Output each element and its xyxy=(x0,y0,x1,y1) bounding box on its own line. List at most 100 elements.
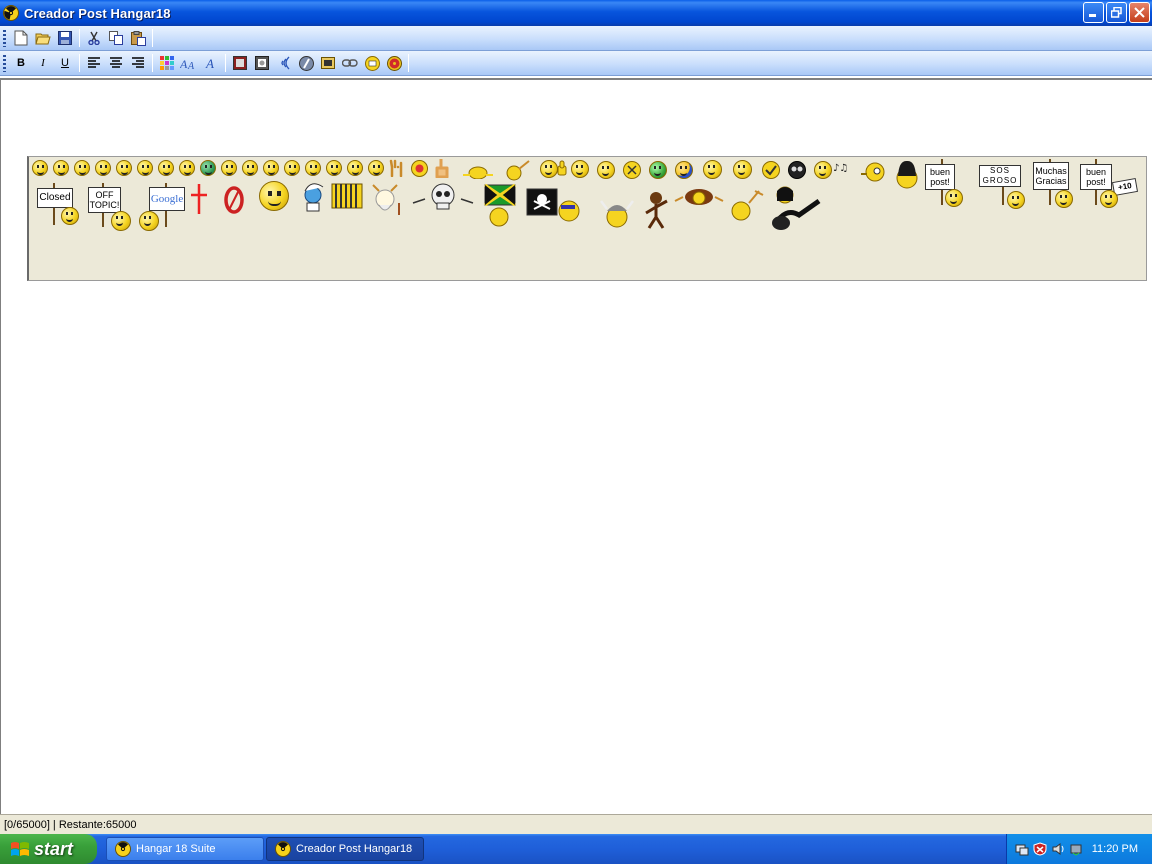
character-count: [0/65000] | Restante:65000 xyxy=(4,818,137,831)
thumbs-emoticon[interactable] xyxy=(540,160,558,178)
insert-image-button[interactable] xyxy=(229,52,251,74)
worried-emoticon[interactable] xyxy=(179,160,195,176)
guitar-smiley-icon[interactable] xyxy=(505,159,531,181)
taskbar-item-hangar18-suite[interactable]: Hangar 18 Suite xyxy=(106,837,264,861)
font-size-button[interactable]: AA xyxy=(178,52,200,74)
start-button[interactable]: start xyxy=(0,834,97,864)
x-eyes-icon[interactable] xyxy=(623,161,641,179)
align-center-button[interactable] xyxy=(105,52,127,74)
google-sign[interactable]: Google xyxy=(149,187,185,211)
grin-emoticon[interactable] xyxy=(53,160,69,176)
check-icon[interactable] xyxy=(762,161,780,179)
toolbar-grip[interactable] xyxy=(3,54,6,72)
copy-button[interactable] xyxy=(105,27,127,49)
blush-emoticon[interactable] xyxy=(368,160,384,176)
italic-button[interactable]: I xyxy=(32,52,54,74)
buen-post-sign[interactable]: buen post! xyxy=(925,164,955,190)
smurf-icon[interactable] xyxy=(299,181,327,213)
happy-emoticon[interactable] xyxy=(158,160,174,176)
off-topic-sign[interactable]: OFF TOPIC! xyxy=(88,187,121,213)
bold-button[interactable]: B xyxy=(10,52,32,74)
radiation-smiley-icon[interactable] xyxy=(411,160,428,177)
shocked-emoticon[interactable] xyxy=(284,160,300,176)
rock-smiley-icon[interactable] xyxy=(729,187,765,223)
wink-emoticon[interactable] xyxy=(221,160,237,176)
viking-smiley-icon[interactable] xyxy=(599,199,635,231)
sad-emoticon[interactable] xyxy=(263,160,279,176)
jail-icon[interactable] xyxy=(331,183,363,209)
bobby-helmet-icon[interactable] xyxy=(895,159,919,189)
paste-button[interactable] xyxy=(127,27,149,49)
angry-big-emoticon[interactable] xyxy=(259,181,289,211)
red-o-icon[interactable] xyxy=(223,185,245,215)
paste-icon xyxy=(130,30,146,46)
taskbar-item-creador-post[interactable]: Creador Post Hangar18 xyxy=(266,837,424,861)
nerd-emoticon[interactable] xyxy=(733,160,752,179)
smile-emoticon[interactable] xyxy=(32,160,48,176)
laugh-emoticon[interactable] xyxy=(326,160,342,176)
red-cross-icon[interactable] xyxy=(189,183,209,215)
toolbar-grip[interactable] xyxy=(3,29,6,47)
clock[interactable]: 11:20 PM xyxy=(1092,843,1138,855)
skull-rock-icon[interactable] xyxy=(411,181,475,213)
restore-button[interactable] xyxy=(1106,2,1127,23)
cry-emoticon[interactable] xyxy=(305,160,321,176)
minimize-button[interactable] xyxy=(1083,2,1104,23)
align-right-button[interactable] xyxy=(127,52,149,74)
insert-video-button[interactable] xyxy=(317,52,339,74)
sick-emoticon[interactable] xyxy=(200,160,216,176)
muchas-gracias-sign[interactable]: Muchas Gracias xyxy=(1033,162,1069,190)
middle-finger-icon[interactable] xyxy=(434,158,450,178)
safely-remove-icon[interactable] xyxy=(1069,842,1083,856)
network-icon[interactable] xyxy=(1015,842,1029,856)
thumbs-up-icon[interactable] xyxy=(557,160,567,176)
glasses-icon[interactable] xyxy=(788,161,806,179)
sign-smiley xyxy=(1007,191,1025,209)
angry-emoticon[interactable] xyxy=(347,160,363,176)
insert-link-button[interactable] xyxy=(339,52,361,74)
jamaica-flag-icon[interactable] xyxy=(483,183,519,227)
insert-flash-button[interactable] xyxy=(295,52,317,74)
wizard-smiley-icon[interactable] xyxy=(369,181,405,217)
rock-hand-icon[interactable] xyxy=(389,159,405,177)
cut-button[interactable] xyxy=(83,27,105,49)
color-button[interactable] xyxy=(156,52,178,74)
align-left-button[interactable] xyxy=(83,52,105,74)
graduate-emoticon[interactable] xyxy=(703,160,722,179)
confused-emoticon[interactable] xyxy=(95,160,111,176)
underline-button[interactable]: U xyxy=(54,52,76,74)
closed-sign[interactable]: Closed xyxy=(37,188,73,208)
music-notes-icon[interactable]: ♪♫ xyxy=(833,161,847,173)
insert-emoticon-button[interactable] xyxy=(383,52,405,74)
pirate-flag-icon[interactable] xyxy=(525,187,585,223)
open-button[interactable] xyxy=(32,27,54,49)
cap-emoticon[interactable] xyxy=(675,161,693,179)
volume-icon[interactable] xyxy=(1051,842,1065,856)
security-shield-icon[interactable] xyxy=(1033,842,1047,856)
rocker-icon[interactable] xyxy=(641,191,671,229)
font-button[interactable]: A xyxy=(200,52,222,74)
toolbar-separator xyxy=(152,29,153,47)
nurse-emoticon[interactable] xyxy=(571,160,589,178)
tongue-emoticon[interactable] xyxy=(242,160,258,176)
evil-emoticon[interactable] xyxy=(137,160,153,176)
insert-frame-button[interactable] xyxy=(251,52,273,74)
roll-eyes-emoticon[interactable] xyxy=(116,160,132,176)
alien-emoticon[interactable] xyxy=(649,161,667,179)
police-emoticon[interactable] xyxy=(597,161,615,179)
save-button[interactable] xyxy=(54,27,76,49)
insert-sound-button[interactable] xyxy=(273,52,295,74)
sos-groso-sign[interactable]: SOS GROSO xyxy=(979,165,1021,187)
close-button[interactable] xyxy=(1129,2,1150,23)
singing-emoticon[interactable] xyxy=(814,161,832,179)
guitarist-icon[interactable] xyxy=(769,185,821,233)
sleeping-emoticon-icon[interactable] xyxy=(462,163,494,179)
hairy-rocker-icon[interactable] xyxy=(673,187,725,207)
restore-icon xyxy=(1111,7,1122,18)
post-editor[interactable]: ♪♫ buen post! SOS GROSO Muchas Gracias b… xyxy=(0,78,1152,814)
new-button[interactable] xyxy=(10,27,32,49)
insert-quote-button[interactable] xyxy=(361,52,383,74)
cool-emoticon[interactable] xyxy=(74,160,90,176)
buen-post-sign[interactable]: buen post! xyxy=(1080,164,1112,190)
monocle-smiley-icon[interactable] xyxy=(859,160,885,182)
